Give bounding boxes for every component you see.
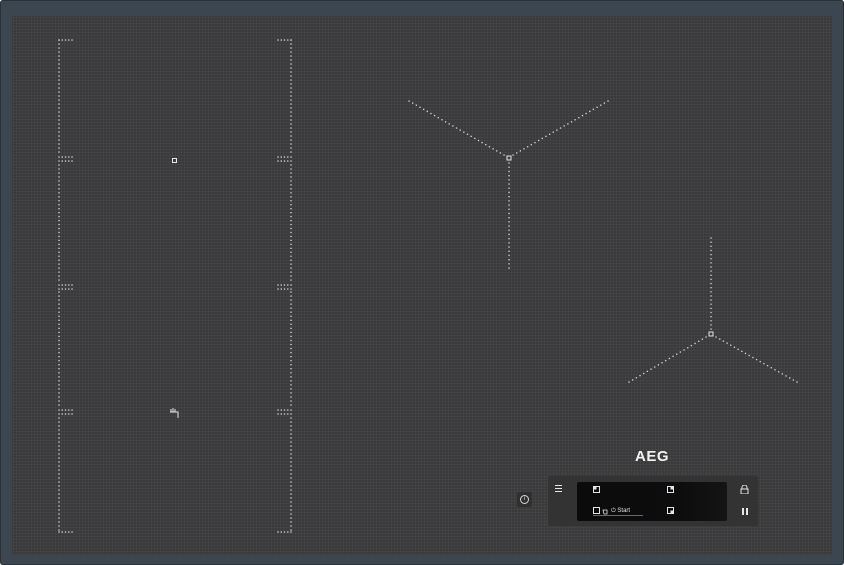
flex-zone-left-edge [58, 39, 73, 533]
hand-icon [602, 509, 608, 515]
start-indicator-line [593, 515, 643, 516]
flex-zone-dividers [58, 156, 292, 415]
flex-zone-right-edge [277, 39, 292, 533]
lock-icon[interactable] [740, 485, 749, 494]
zone-select-top-right-icon[interactable] [667, 486, 675, 494]
lower-zone-center-marker [708, 331, 714, 337]
pause-icon[interactable] [741, 507, 749, 516]
menu-icon[interactable] [555, 485, 564, 493]
cooking-zone-lower-marker [628, 237, 798, 383]
info-icon: i [520, 495, 529, 504]
flex-zone-center-marker [172, 158, 177, 163]
cooking-zone-upper-marker [408, 100, 609, 269]
zone-select-bottom-left-icon[interactable] [593, 507, 601, 515]
bridge-icon [170, 408, 179, 418]
upper-zone-center-marker [506, 155, 512, 161]
power-icon: ⏻ [611, 508, 616, 514]
zone-select-top-left-icon[interactable] [593, 486, 601, 494]
info-button[interactable]: i [517, 492, 532, 507]
zone-select-bottom-right-icon[interactable] [667, 507, 675, 515]
start-label: Start [617, 508, 631, 514]
brand-logo: AEG [634, 448, 669, 465]
start-button[interactable]: ⏻ Start [611, 508, 630, 515]
